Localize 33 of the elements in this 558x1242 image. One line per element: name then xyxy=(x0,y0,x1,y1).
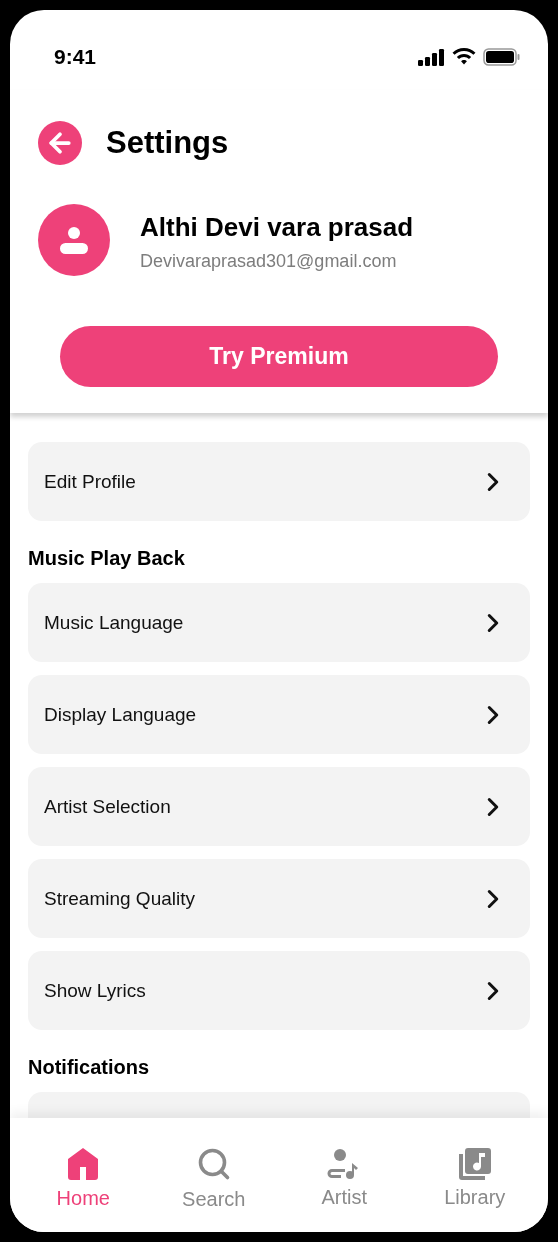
nav-label: Search xyxy=(182,1187,246,1211)
row-label: Streaming Quality xyxy=(44,887,195,910)
nav-label: Home xyxy=(56,1186,110,1210)
library-icon xyxy=(458,1147,491,1180)
page-title: Settings xyxy=(106,125,229,161)
user-email: Devivaraprasad301@gmail.com xyxy=(140,251,398,272)
settings-row[interactable]: Streaming Quality xyxy=(28,859,530,938)
user-icon xyxy=(60,226,88,254)
row-label: Edit Profile xyxy=(44,470,136,493)
settings-row[interactable]: Artist Selection xyxy=(28,767,530,846)
settings-row[interactable]: Music Language xyxy=(28,583,530,662)
row-label: Display Language xyxy=(44,703,197,726)
nav-label: Artist xyxy=(321,1185,368,1209)
nav-tab[interactable]: Library xyxy=(409,1118,540,1232)
row-label: Show Lyrics xyxy=(44,979,146,1002)
section-heading: Music Play Back xyxy=(28,546,186,570)
user-name: Althi Devi vara prasad xyxy=(140,212,414,243)
wifi-icon xyxy=(452,48,476,66)
settings-row[interactable]: Display Language xyxy=(28,675,530,754)
row-label: Artist Selection xyxy=(44,795,171,818)
settings-row[interactable]: Show Lyrics xyxy=(28,951,530,1030)
nav-tab[interactable]: Home xyxy=(18,1118,149,1232)
nav-label: Library xyxy=(444,1185,506,1209)
back-button[interactable] xyxy=(38,121,82,165)
home-icon xyxy=(67,1146,100,1181)
signal-icon xyxy=(418,48,445,66)
status-time: 9:41 xyxy=(54,45,97,69)
battery-icon xyxy=(483,48,520,66)
row-label: Music Language xyxy=(44,611,184,634)
section-heading: Notifications xyxy=(28,1055,151,1079)
settings-row[interactable]: Edit Profile xyxy=(28,442,530,521)
try-premium-button[interactable]: Try Premium xyxy=(60,326,498,387)
nav-tab[interactable]: Artist xyxy=(279,1118,410,1232)
